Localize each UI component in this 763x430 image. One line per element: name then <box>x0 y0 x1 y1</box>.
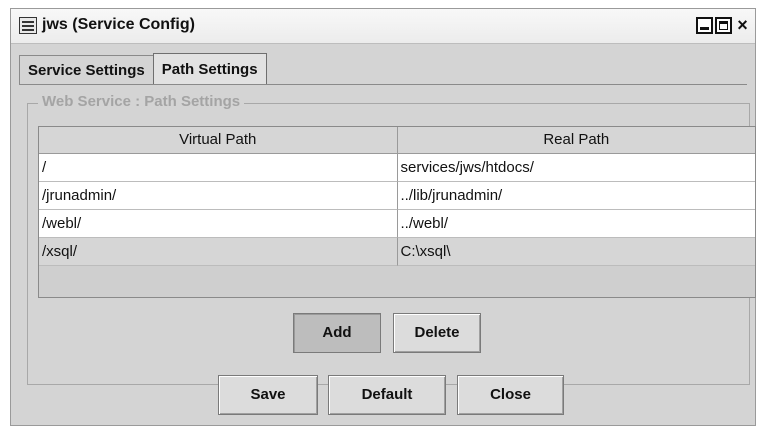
add-button[interactable]: Add <box>293 313 381 353</box>
path-settings-group: Web Service : Path Settings Virtual Path… <box>27 93 756 385</box>
column-header-virtual-path[interactable]: Virtual Path <box>39 127 398 154</box>
service-config-window: jws (Service Config) × Service Settings … <box>10 8 756 426</box>
tab-bar: Service Settings Path Settings <box>19 53 267 85</box>
group-title: Web Service : Path Settings <box>38 93 245 110</box>
tab-path-settings[interactable]: Path Settings <box>152 53 267 85</box>
table-row[interactable]: /webl/ ../webl/ <box>39 210 755 238</box>
tab-service-settings[interactable]: Service Settings <box>19 55 154 85</box>
virtual-path-cell[interactable]: /xsql/ <box>39 238 398 266</box>
real-path-cell[interactable]: ../lib/jrunadmin/ <box>397 182 755 210</box>
real-path-cell[interactable]: ../webl/ <box>397 210 755 238</box>
table-row[interactable]: /xsql/ C:\xsql\ <box>39 238 755 266</box>
real-path-cell[interactable]: C:\xsql\ <box>397 238 755 266</box>
title-bar[interactable]: jws (Service Config) × <box>11 9 755 44</box>
path-table: Virtual Path Real Path / services/jws/ht… <box>38 126 756 298</box>
close-button[interactable]: Close <box>457 375 564 415</box>
default-button[interactable]: Default <box>328 375 446 415</box>
virtual-path-cell[interactable]: /jrunadmin/ <box>39 182 398 210</box>
virtual-path-cell[interactable]: / <box>39 154 398 182</box>
maximize-icon[interactable] <box>715 17 732 34</box>
window-controls: × <box>696 16 751 34</box>
real-path-cell[interactable]: services/jws/htdocs/ <box>397 154 755 182</box>
window-title: jws (Service Config) <box>42 16 195 33</box>
app-icon[interactable] <box>19 17 37 34</box>
close-icon[interactable]: × <box>734 16 751 34</box>
table-row[interactable]: / services/jws/htdocs/ <box>39 154 755 182</box>
path-settings-panel: Web Service : Path Settings Virtual Path… <box>19 84 756 387</box>
column-header-real-path[interactable]: Real Path <box>397 127 755 154</box>
minimize-icon[interactable] <box>696 17 713 34</box>
save-button[interactable]: Save <box>218 375 318 415</box>
table-row[interactable]: /jrunadmin/ ../lib/jrunadmin/ <box>39 182 755 210</box>
delete-button[interactable]: Delete <box>393 313 481 353</box>
virtual-path-cell[interactable]: /webl/ <box>39 210 398 238</box>
table-header: Virtual Path Real Path <box>39 127 755 154</box>
